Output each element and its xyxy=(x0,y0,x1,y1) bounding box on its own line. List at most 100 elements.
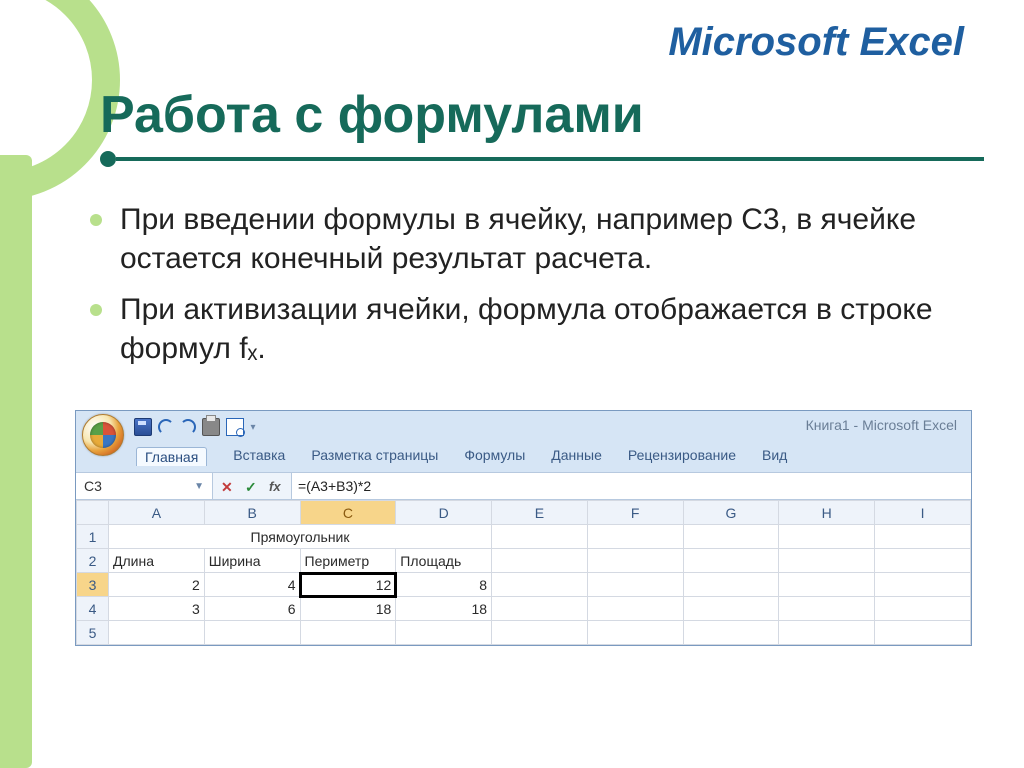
cell[interactable] xyxy=(492,573,588,597)
print-preview-icon[interactable] xyxy=(226,418,244,436)
spreadsheet-grid[interactable]: A B C D E F G H I 1 Прямоугольник xyxy=(76,500,971,645)
cell[interactable] xyxy=(683,549,779,573)
cell[interactable] xyxy=(396,621,492,645)
col-header[interactable]: D xyxy=(396,501,492,525)
cell[interactable] xyxy=(683,621,779,645)
tab-home[interactable]: Главная xyxy=(136,447,207,466)
col-header[interactable]: G xyxy=(683,501,779,525)
row-header[interactable]: 4 xyxy=(77,597,109,621)
cell[interactable]: 2 xyxy=(109,573,205,597)
tab-page-layout[interactable]: Разметка страницы xyxy=(311,447,438,466)
cell[interactable] xyxy=(587,597,683,621)
cell[interactable] xyxy=(587,549,683,573)
cell[interactable]: Длина xyxy=(109,549,205,573)
cell[interactable] xyxy=(779,597,875,621)
cell[interactable] xyxy=(109,621,205,645)
cell[interactable]: 18 xyxy=(300,597,396,621)
active-cell[interactable]: 12 xyxy=(300,573,396,597)
slide: Microsoft Excel Работа с формулами При в… xyxy=(0,0,1024,768)
cell[interactable] xyxy=(779,621,875,645)
cell[interactable] xyxy=(683,525,779,549)
name-box-value: C3 xyxy=(84,478,102,494)
cell[interactable]: 6 xyxy=(204,597,300,621)
cell[interactable] xyxy=(875,525,971,549)
cell[interactable] xyxy=(492,597,588,621)
bullet-dot-icon xyxy=(90,214,102,226)
cell[interactable]: Периметр xyxy=(300,549,396,573)
col-header[interactable]: A xyxy=(109,501,205,525)
cell[interactable] xyxy=(779,549,875,573)
cell[interactable] xyxy=(587,525,683,549)
print-icon[interactable] xyxy=(202,418,220,436)
cell[interactable] xyxy=(875,573,971,597)
redo-icon[interactable] xyxy=(180,419,196,435)
grid-row: 4 3 6 18 18 xyxy=(77,597,971,621)
grid-row: 3 2 4 12 8 xyxy=(77,573,971,597)
col-header[interactable]: F xyxy=(587,501,683,525)
cell[interactable]: Ширина xyxy=(204,549,300,573)
undo-icon[interactable] xyxy=(158,419,174,435)
slide-title: Работа с формулами xyxy=(100,85,984,145)
column-header-row: A B C D E F G H I xyxy=(77,501,971,525)
bullet-list: При введении формулы в ячейку, например … xyxy=(90,200,984,380)
fx-icon[interactable]: fx xyxy=(269,479,283,493)
brand-label: Microsoft Excel xyxy=(668,20,964,65)
cell[interactable]: 8 xyxy=(396,573,492,597)
tab-data[interactable]: Данные xyxy=(551,447,602,466)
tab-view[interactable]: Вид xyxy=(762,447,787,466)
cell[interactable]: 4 xyxy=(204,573,300,597)
col-header[interactable]: C xyxy=(300,501,396,525)
formula-cancel-icon[interactable]: ✕ xyxy=(221,479,235,493)
save-icon[interactable] xyxy=(134,418,152,436)
cell[interactable]: Прямоугольник xyxy=(109,525,492,549)
col-header[interactable]: E xyxy=(492,501,588,525)
cell[interactable] xyxy=(875,621,971,645)
name-box-dropdown-icon[interactable]: ▼ xyxy=(194,481,204,492)
cell[interactable] xyxy=(683,597,779,621)
tab-formulas[interactable]: Формулы xyxy=(464,447,525,466)
row-header[interactable]: 1 xyxy=(77,525,109,549)
cell[interactable] xyxy=(683,573,779,597)
formula-bar-buttons: ✕ ✓ fx xyxy=(213,473,291,499)
cell[interactable] xyxy=(204,621,300,645)
row-header[interactable]: 5 xyxy=(77,621,109,645)
formula-input[interactable]: =(A3+B3)*2 xyxy=(291,473,971,499)
tab-insert[interactable]: Вставка xyxy=(233,447,285,466)
excel-titlebar: ▾ Книга1 - Microsoft Excel xyxy=(76,411,971,443)
bullet-item: При введении формулы в ячейку, например … xyxy=(90,200,984,278)
bullet-text: При введении формулы в ячейку, например … xyxy=(120,200,984,278)
col-header[interactable]: B xyxy=(204,501,300,525)
cell[interactable] xyxy=(492,525,588,549)
cell[interactable]: 18 xyxy=(396,597,492,621)
grid-row: 1 Прямоугольник xyxy=(77,525,971,549)
cell[interactable] xyxy=(300,621,396,645)
title-block: Работа с формулами xyxy=(100,85,984,165)
col-header[interactable]: I xyxy=(875,501,971,525)
row-header[interactable]: 3 xyxy=(77,573,109,597)
title-rule xyxy=(100,153,984,165)
formula-accept-icon[interactable]: ✓ xyxy=(245,479,259,493)
formula-bar: C3 ▼ ✕ ✓ fx =(A3+B3)*2 xyxy=(76,472,971,500)
cell[interactable]: Площадь xyxy=(396,549,492,573)
cell[interactable] xyxy=(779,573,875,597)
cell[interactable] xyxy=(779,525,875,549)
cell[interactable]: 3 xyxy=(109,597,205,621)
grid-row: 5 xyxy=(77,621,971,645)
qat-dropdown-icon[interactable]: ▾ xyxy=(250,419,256,435)
row-header[interactable]: 2 xyxy=(77,549,109,573)
col-header[interactable]: H xyxy=(779,501,875,525)
bullet-item: При активизации ячейки, формула отобража… xyxy=(90,290,984,368)
select-all-corner[interactable] xyxy=(77,501,109,525)
cell[interactable] xyxy=(587,573,683,597)
cell[interactable] xyxy=(875,549,971,573)
name-box[interactable]: C3 ▼ xyxy=(76,473,213,499)
tab-review[interactable]: Рецензирование xyxy=(628,447,736,466)
decoration-sidebar xyxy=(0,155,32,768)
cell[interactable] xyxy=(492,549,588,573)
cell[interactable] xyxy=(492,621,588,645)
bullet-text: При активизации ячейки, формула отобража… xyxy=(120,290,984,368)
cell[interactable] xyxy=(587,621,683,645)
cell[interactable] xyxy=(875,597,971,621)
grid-row: 2 Длина Ширина Периметр Площадь xyxy=(77,549,971,573)
office-button[interactable] xyxy=(82,414,124,456)
